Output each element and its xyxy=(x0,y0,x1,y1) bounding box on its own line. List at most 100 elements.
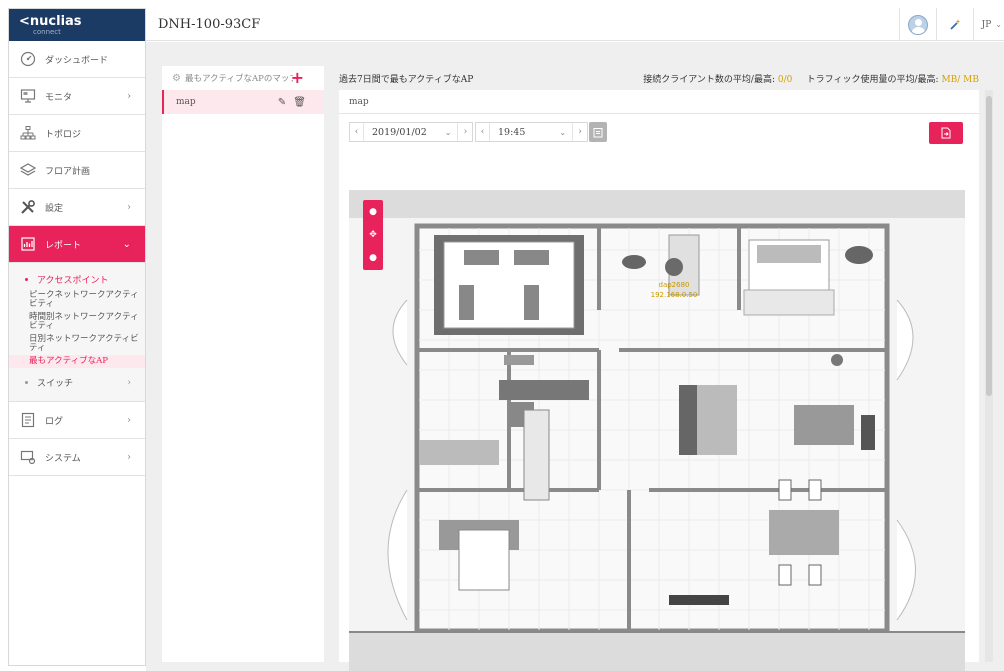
sidebar-item-label: レポート xyxy=(45,240,82,251)
topology-icon xyxy=(19,124,37,142)
settings-icon xyxy=(19,198,37,216)
bullet-icon xyxy=(25,381,28,384)
main-content: ⚙ 最もアクティブなAPのマップ + map ✎ 🗑 過去7日間で最もアクティブ… xyxy=(146,42,1004,671)
sidebar-item-dashboard[interactable]: ダッシュボード xyxy=(9,41,145,78)
sidebar-item-system[interactable]: システム › xyxy=(9,439,145,476)
scrollbar[interactable] xyxy=(985,90,993,662)
sidebar-item-label: モニタ xyxy=(45,92,73,103)
ap-marker-label[interactable]: dap2680 192.168.0.50 xyxy=(639,280,709,300)
submenu-switch[interactable]: スイッチ › xyxy=(9,368,145,393)
bullet-icon xyxy=(25,277,28,281)
submenu-access-point[interactable]: アクセスポイント xyxy=(9,269,145,289)
language-label: JP xyxy=(981,19,992,30)
map-list-header: ⚙ 最もアクティブなAPのマップ + xyxy=(162,66,324,90)
user-icon xyxy=(907,14,928,35)
ap-name: dap2680 xyxy=(658,281,690,289)
export-button[interactable] xyxy=(929,122,963,144)
report-panel: 過去7日間で最もアクティブなAP 接続クライアント数の平均/最高: 0/0 トラ… xyxy=(339,66,999,671)
date-value: 2019/01/02 xyxy=(372,126,427,138)
export-icon xyxy=(941,127,951,139)
sidebar-item-label: フロア計画 xyxy=(45,166,91,177)
system-icon xyxy=(19,448,37,466)
chevron-down-icon: ⌄ xyxy=(995,20,1002,29)
page-title: DNH-100-93CF xyxy=(158,16,261,32)
report-title: 過去7日間で最もアクティブなAP xyxy=(339,74,474,85)
sidebar-item-label: ダッシュボード xyxy=(45,55,109,66)
sidebar-item-label: システム xyxy=(45,453,81,464)
edit-icon[interactable]: ✎ xyxy=(278,97,286,108)
traffic-value: MB/ MB xyxy=(941,74,979,85)
map-list-title: 最もアクティブなAPのマップ xyxy=(184,74,293,84)
map-title: map xyxy=(339,90,979,114)
ap-ip: 192.168.0.50 xyxy=(650,291,698,299)
plus-icon[interactable]: + xyxy=(291,70,304,86)
sidebar-item-label: ログ xyxy=(45,416,64,427)
calendar-button[interactable] xyxy=(589,122,607,142)
map-list-panel: ⚙ 最もアクティブなAPのマップ + map ✎ 🗑 xyxy=(162,66,324,662)
sidebar-item-label: 設定 xyxy=(45,203,64,214)
traffic-label: トラフィック使用量の平均/最高: xyxy=(806,74,939,85)
time-value: 19:45 xyxy=(498,126,526,138)
zoom-in-icon[interactable]: ● xyxy=(369,207,377,217)
submenu-daily-network-activity[interactable]: 日別ネットワークアクティビティ xyxy=(9,333,145,355)
sidebar: <nuclias connect ダッシュボード モニタ › トポロジ フロア計… xyxy=(8,8,146,666)
sidebar-item-settings[interactable]: 設定 › xyxy=(9,189,145,226)
chevron-right-icon: › xyxy=(127,414,131,426)
wand-icon xyxy=(949,18,961,30)
chevron-down-icon: ⌄ xyxy=(122,238,131,250)
submenu-peak-network-activity[interactable]: ピークネットワークアクティビティ xyxy=(9,289,145,311)
chevron-down-icon[interactable]: ⌄ xyxy=(435,123,459,141)
logo-bar[interactable]: <nuclias connect xyxy=(9,9,145,41)
clients-value: 0/0 xyxy=(777,74,793,85)
floor-plan-icon xyxy=(19,161,37,179)
report-stats: 接続クライアント数の平均/最高: 0/0 トラフィック使用量の平均/最高: MB… xyxy=(643,72,979,85)
sidebar-item-label: トポロジ xyxy=(45,129,82,140)
gear-icon[interactable]: ⚙ xyxy=(172,73,181,84)
chevron-down-icon[interactable]: ⌄ xyxy=(549,123,574,141)
sidebar-item-floor-plan[interactable]: フロア計画 xyxy=(9,152,145,189)
scrollbar-thumb[interactable] xyxy=(986,96,992,396)
zoom-control[interactable]: ● ✥ ● xyxy=(363,200,383,270)
list-item[interactable]: map ✎ 🗑 xyxy=(162,90,324,114)
brand-name: nuclias xyxy=(29,13,82,29)
report-submenu: アクセスポイント ピークネットワークアクティビティ 時間別ネットワークアクティビ… xyxy=(9,263,145,402)
date-picker[interactable]: ‹ 2019/01/02 ⌄ › xyxy=(349,122,474,142)
submenu-access-point-label: アクセスポイント xyxy=(37,275,109,286)
sidebar-item-monitor[interactable]: モニタ › xyxy=(9,78,145,115)
top-header: DNH-100-93CF JP ⌄ xyxy=(146,8,1004,41)
next-date-button[interactable]: › xyxy=(458,123,472,141)
date-toolbar: ‹ 2019/01/02 ⌄ › ‹ 19:45 ⌄ › xyxy=(339,114,979,150)
submenu-most-active-ap[interactable]: 最もアクティブなAP xyxy=(9,355,145,368)
brand-sub: connect xyxy=(33,27,61,36)
prev-time-button[interactable]: ‹ xyxy=(476,123,490,141)
prev-date-button[interactable]: ‹ xyxy=(350,123,364,141)
report-icon xyxy=(19,235,37,253)
sidebar-item-log[interactable]: ログ › xyxy=(9,402,145,439)
nuclias-logo[interactable]: <nuclias connect xyxy=(19,15,82,36)
chevron-right-icon: › xyxy=(127,377,131,388)
zoom-out-icon[interactable]: ● xyxy=(369,253,377,263)
sidebar-item-topology[interactable]: トポロジ xyxy=(9,115,145,152)
monitor-icon xyxy=(19,87,37,105)
submenu-hourly-network-activity[interactable]: 時間別ネットワークアクティビティ xyxy=(9,311,145,333)
calendar-icon xyxy=(593,127,603,137)
trash-icon[interactable]: 🗑 xyxy=(293,97,306,108)
back-chevron[interactable]: < xyxy=(19,14,30,29)
language-select[interactable]: JP ⌄ xyxy=(974,8,1004,41)
report-header: 過去7日間で最もアクティブなAP 接続クライアント数の平均/最高: 0/0 トラ… xyxy=(339,66,999,90)
wand-button[interactable] xyxy=(937,8,973,41)
next-time-button[interactable]: › xyxy=(573,123,587,141)
user-button[interactable] xyxy=(900,8,936,41)
chevron-right-icon: › xyxy=(127,201,131,213)
sidebar-item-report[interactable]: レポート ⌄ xyxy=(9,226,145,263)
dashboard-icon xyxy=(19,50,37,68)
chevron-right-icon: › xyxy=(127,90,131,102)
pan-icon[interactable]: ✥ xyxy=(369,230,377,240)
floor-plan-image xyxy=(349,190,965,671)
clients-label: 接続クライアント数の平均/最高: xyxy=(643,74,775,85)
floor-map[interactable]: ● ✥ ● dap2680 192.168.0.50 xyxy=(349,190,965,671)
log-icon xyxy=(19,411,37,429)
map-name-label: map xyxy=(176,97,196,107)
header-actions: JP ⌄ xyxy=(898,8,1004,41)
time-picker[interactable]: ‹ 19:45 ⌄ › xyxy=(475,122,589,142)
